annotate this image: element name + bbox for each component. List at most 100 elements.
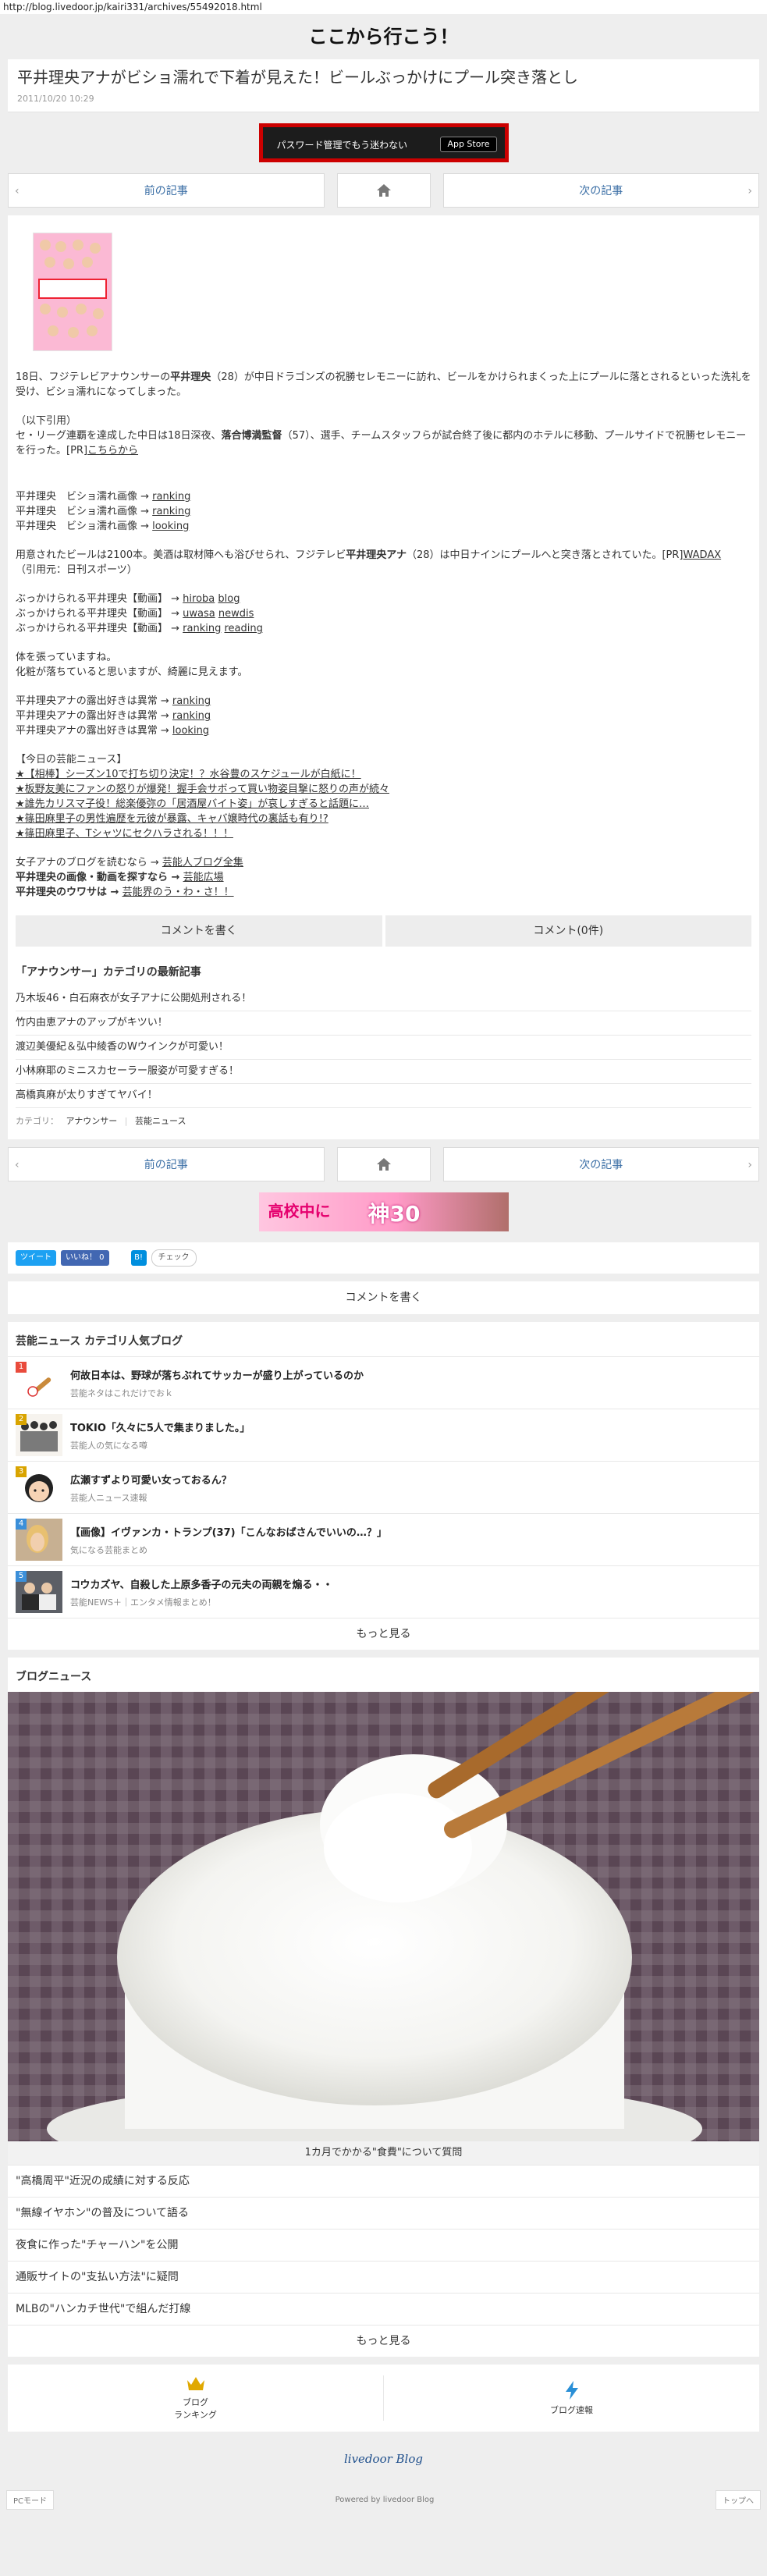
related-link-2[interactable]: 芸能広場 xyxy=(183,872,224,883)
related-link-3[interactable]: 芸能界のう・わ・さ！！ xyxy=(123,886,234,898)
ranking-thumb-baseball: 1 xyxy=(16,1362,62,1404)
today-news-link-1[interactable]: ★【相棒】シーズン10で打ち切り決定！？水谷豊のスケジュールが白紙に！ xyxy=(16,769,361,780)
related-link-1[interactable]: 芸能人ブログ全集 xyxy=(162,857,243,869)
exposure-link-2[interactable]: ranking xyxy=(172,710,211,722)
home-icon xyxy=(376,184,391,197)
blog-news-section: ブログニュース 1カ月でかかる"食費"について質問 "高橋周平"近況の成績に対す… xyxy=(8,1658,759,2357)
ranking-thumb-portrait: 4 xyxy=(16,1519,62,1561)
article-nav-bottom: ‹ 前の記事 次の記事 › xyxy=(8,1147,759,1181)
ranking-title: 広瀬すずより可愛い女っておるん？ xyxy=(70,1474,232,1487)
top-ad-banner[interactable]: パスワード管理でもう迷わない App Store xyxy=(258,123,509,162)
chevron-right-icon: › xyxy=(747,1159,752,1171)
ranking-more-button[interactable]: もっと見る xyxy=(8,1618,759,1650)
hatena-bookmark-button[interactable]: B! xyxy=(130,1250,147,1266)
next-article-label: 次の記事 xyxy=(579,185,623,197)
pc-mode-button[interactable]: PCモード xyxy=(6,2489,55,2510)
ranking-item[interactable]: 4 【画像】イヴァンカ・トランプ(37)「こんなおばさんでいいの…？」 気になる芸… xyxy=(8,1513,759,1565)
video-link-3a[interactable]: ranking xyxy=(183,623,221,634)
ranking-number: 3 xyxy=(16,1466,27,1477)
comment-count-button[interactable]: コメント(0件) xyxy=(385,915,751,947)
blog-news-heading: ブログニュース xyxy=(16,1671,92,1683)
ad-text-1: 高校中に xyxy=(268,1202,331,1220)
write-comment-button[interactable]: コメントを書く xyxy=(16,915,382,947)
footer: PCモード Powered by livedoor Blog トップへ xyxy=(0,2478,767,2521)
blog-news-item[interactable]: "無線イヤホン"の普及について語る xyxy=(8,2197,759,2229)
blog-news-item[interactable]: "高橋周平"近況の成績に対する反応 xyxy=(8,2165,759,2197)
today-news-link-3[interactable]: ★誰先カリスマ子役！総楽優弥の「居酒屋バイト姿」が哀しすぎると話題に… xyxy=(16,798,369,810)
today-news-link-5[interactable]: ★篠田麻里子、Tシャツにセクハラされる！！！ xyxy=(16,828,233,840)
category-tags: カテゴリ： アナウンサー | 芸能ニュース xyxy=(16,1116,186,1126)
crown-icon xyxy=(186,2377,204,2390)
category-item[interactable]: 渡辺美優紀＆弘中綾香のWウインクが可愛い！ xyxy=(16,1036,751,1060)
ranking-thumb-people: 5 xyxy=(16,1571,62,1613)
blog-news-hero-image[interactable] xyxy=(8,1692,759,2141)
category-tag-entertainment[interactable]: 芸能ニュース xyxy=(135,1116,186,1126)
comment-bar: コメントを書く コメント(0件) xyxy=(8,915,759,947)
video-link-2b[interactable]: newdis xyxy=(218,608,254,620)
chevron-left-icon: ‹ xyxy=(15,185,20,197)
video-link-2a[interactable]: uwasa xyxy=(183,608,215,620)
article-date: 2011/10/20 10:29 xyxy=(17,94,94,104)
livedoor-check-button[interactable]: チェック xyxy=(151,1249,197,1267)
ranking-item[interactable]: 1 何故日本は、野球が落ちぶれてサッカーが盛り上がっているのか 芸能ネタはこれだけ… xyxy=(8,1356,759,1409)
home-button-bottom[interactable] xyxy=(336,1147,431,1181)
image-link-3[interactable]: looking xyxy=(152,521,189,532)
prev-article-button[interactable]: ‹ 前の記事 xyxy=(8,173,325,208)
category-tag-announcer[interactable]: アナウンサー xyxy=(66,1116,118,1126)
app-store-badge: App Store xyxy=(440,137,497,152)
blog-news-caption[interactable]: 1カ月でかかる"食費"について質問 xyxy=(8,2141,759,2165)
article-nav-top: ‹ 前の記事 次の記事 › xyxy=(8,173,759,208)
category-item[interactable]: 小林麻耶のミニスカセーラー服姿が可愛すぎる！ xyxy=(16,1060,751,1084)
related-links: 女子アナのブログを読むなら → 芸能人ブログ全集 平井理央の画像・動画を探すなら… xyxy=(16,857,243,898)
category-item[interactable]: 竹内由恵アナのアップがキツい！ xyxy=(16,1011,751,1036)
blog-news-more-button[interactable]: もっと見る xyxy=(8,2325,759,2357)
next-article-button[interactable]: 次の記事 › xyxy=(442,173,759,208)
ranking-blog: 芸能人の気になる噂 xyxy=(70,1440,147,1451)
exposure-link-1[interactable]: ranking xyxy=(172,695,211,707)
home-button[interactable] xyxy=(336,173,431,208)
blog-ranking-button[interactable]: ブログ ランキング xyxy=(8,2365,383,2432)
pr-link-2[interactable]: WADAX xyxy=(684,549,722,561)
next-article-button-bottom[interactable]: 次の記事 › xyxy=(442,1147,759,1181)
blog-news-item[interactable]: 通販サイトの"支払い方法"に疑問 xyxy=(8,2261,759,2293)
livedoor-blog-logo[interactable]: livedoor Blog xyxy=(0,2439,767,2478)
tweet-button[interactable]: ツイート xyxy=(16,1250,56,1266)
video-link-1b[interactable]: blog xyxy=(218,593,240,605)
video-link-3b[interactable]: reading xyxy=(225,623,263,634)
ranking-number: 5 xyxy=(16,1571,27,1582)
today-news-link-2[interactable]: ★板野友美にファンの怒りが爆発！握手会サボって買い物姿目撃に怒りの声が続々 xyxy=(16,783,389,795)
ranking-blog: 気になる芸能まとめ xyxy=(70,1544,147,1555)
home-icon xyxy=(376,1158,391,1171)
facebook-like-button[interactable]: いいね！ 0 xyxy=(61,1250,109,1266)
pr-link-1[interactable]: こちらから xyxy=(87,445,138,457)
ranking-item[interactable]: 5 コウカズヤ、自殺した上原多香子の元夫の両親を煽る・・ 芸能NEWS＋｜エンタメ… xyxy=(8,1565,759,1618)
article-body: 18日、フジテレビアナウンサーの平井理央（28）が中日ドラゴンズの祝勝セレモニー… xyxy=(8,215,759,915)
blog-title[interactable]: ここから行こう！ xyxy=(0,14,767,59)
blog-news-item[interactable]: 夜食に作った"チャーハン"を公開 xyxy=(8,2229,759,2261)
blog-news-item[interactable]: MLBの"ハンカチ世代"で組んだ打線 xyxy=(8,2293,759,2325)
bottom-ad-banner[interactable]: 高校中に 神30 xyxy=(258,1192,509,1231)
next-article-label: 次の記事 xyxy=(579,1159,623,1171)
exposure-link-3[interactable]: looking xyxy=(172,725,209,737)
article-header: 平井理央アナがビショ濡れで下着が見えた！ビールぶっかけにプール突き落とし 201… xyxy=(8,59,759,112)
today-news-link-4[interactable]: ★篠田麻里子の男性遍歴を元彼が暴露、キャバ嬢時代の裏話も有り!? xyxy=(16,813,328,825)
video-link-1a[interactable]: hiroba xyxy=(183,593,215,605)
ranking-item[interactable]: 2 TOKIO「久々に5人で集まりました。」 芸能人の気になる噂 xyxy=(8,1409,759,1461)
ranking-number: 4 xyxy=(16,1519,27,1530)
image-link-1[interactable]: ranking xyxy=(152,491,190,503)
logo-text: livedoor Blog xyxy=(343,2452,423,2466)
ranking-number: 1 xyxy=(16,1362,27,1373)
article-thumbnail[interactable] xyxy=(33,233,112,351)
back-to-top-button[interactable]: トップへ xyxy=(715,2489,761,2510)
ad-text: パスワード管理でもう迷わない xyxy=(276,140,408,151)
prev-article-button-bottom[interactable]: ‹ 前の記事 xyxy=(8,1147,325,1181)
blog-speed-button[interactable]: ブログ速報 xyxy=(384,2365,759,2432)
category-item[interactable]: 高橋真麻が太りすぎてヤバイ！ xyxy=(16,1084,751,1108)
blog-speed-label: ブログ速報 xyxy=(550,2405,593,2415)
prev-article-label: 前の記事 xyxy=(144,185,188,197)
ranking-item[interactable]: 3 広瀬すずより可愛い女っておるん？ 芸能人ニュース速報 xyxy=(8,1461,759,1513)
video-links: ぶっかけられる平井理央【動画】 → hiroba blog ぶっかけられる平井理… xyxy=(16,593,263,634)
category-item[interactable]: 乃木坂46・白石麻衣が女子アナに公開処刑される！ xyxy=(16,987,751,1011)
write-comment-box[interactable]: コメントを書く xyxy=(8,1281,759,1314)
image-link-2[interactable]: ranking xyxy=(152,506,190,517)
